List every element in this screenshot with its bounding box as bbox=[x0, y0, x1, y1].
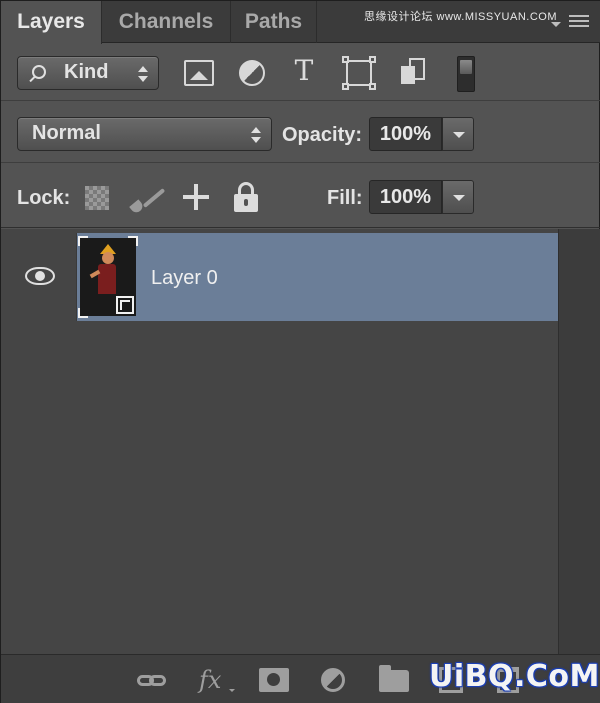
lock-image-pixels-icon[interactable] bbox=[129, 184, 166, 215]
filter-toggle-switch[interactable] bbox=[457, 56, 475, 92]
group-folder-icon[interactable] bbox=[379, 665, 409, 692]
updown-arrows-icon bbox=[138, 66, 148, 82]
layer-name[interactable]: Layer 0 bbox=[151, 267, 218, 290]
lock-label: Lock: bbox=[17, 187, 71, 209]
collapse-arrow-icon[interactable] bbox=[551, 22, 561, 27]
type-filter-icon[interactable]: T bbox=[289, 56, 319, 86]
tab-channels[interactable]: Channels bbox=[102, 1, 231, 43]
panel-menu-icon[interactable] bbox=[569, 15, 589, 29]
fill-dropdown-button[interactable] bbox=[442, 180, 474, 214]
opacity-dropdown-button[interactable] bbox=[442, 117, 474, 151]
shape-filter-icon[interactable] bbox=[342, 56, 376, 90]
adjustment-layer-icon[interactable] bbox=[321, 668, 345, 692]
layers-panel: Layers Channels Paths 思缘设计论坛 www.MISSYUA… bbox=[0, 0, 600, 703]
panel-tab-bar: Layers Channels Paths 思缘设计论坛 www.MISSYUA… bbox=[1, 1, 600, 44]
blend-mode-select[interactable]: Normal bbox=[17, 117, 272, 151]
smart-object-filter-icon[interactable] bbox=[399, 58, 427, 86]
search-icon bbox=[32, 65, 46, 79]
layer-mask-icon[interactable] bbox=[259, 668, 289, 692]
lock-transparency-icon[interactable] bbox=[85, 186, 109, 210]
lock-all-icon[interactable] bbox=[234, 182, 258, 212]
fill-label: Fill: bbox=[327, 187, 363, 209]
tab-paths[interactable]: Paths bbox=[231, 1, 317, 43]
image-filter-icon[interactable] bbox=[184, 60, 214, 86]
layer-list: Layer 0 bbox=[1, 229, 558, 654]
selected-layer-highlight[interactable]: Layer 0 bbox=[77, 233, 558, 321]
filter-row: Kind T bbox=[1, 44, 600, 101]
adjustment-filter-icon[interactable] bbox=[239, 60, 265, 86]
layer-row[interactable]: Layer 0 bbox=[1, 233, 558, 321]
link-layers-icon[interactable] bbox=[137, 667, 169, 693]
layer-style-fx-icon[interactable]: fx bbox=[199, 667, 235, 693]
kind-select-label: Kind bbox=[64, 61, 109, 83]
layer-list-scrollbar[interactable] bbox=[558, 229, 600, 654]
visibility-toggle[interactable] bbox=[1, 233, 77, 321]
watermark-text: 思缘设计论坛 www.MISSYUAN.COM bbox=[363, 11, 557, 23]
lock-row: Lock: Fill: 100% bbox=[1, 164, 600, 228]
eye-icon bbox=[25, 267, 55, 285]
opacity-label: Opacity: bbox=[282, 124, 363, 146]
watermark-logo: UiBQ.CoM bbox=[429, 659, 600, 694]
fill-input[interactable]: 100% bbox=[369, 180, 442, 214]
lock-position-icon[interactable] bbox=[181, 182, 211, 212]
blend-mode-value: Normal bbox=[32, 122, 101, 144]
updown-arrows-icon bbox=[251, 127, 261, 143]
kind-filter-select[interactable]: Kind bbox=[17, 56, 159, 90]
tab-layers[interactable]: Layers bbox=[1, 1, 102, 44]
smart-object-badge-icon bbox=[116, 296, 134, 314]
layer-thumbnail bbox=[78, 236, 138, 318]
opacity-input[interactable]: 100% bbox=[369, 117, 442, 151]
blend-row: Normal Opacity: 100% bbox=[1, 102, 600, 163]
